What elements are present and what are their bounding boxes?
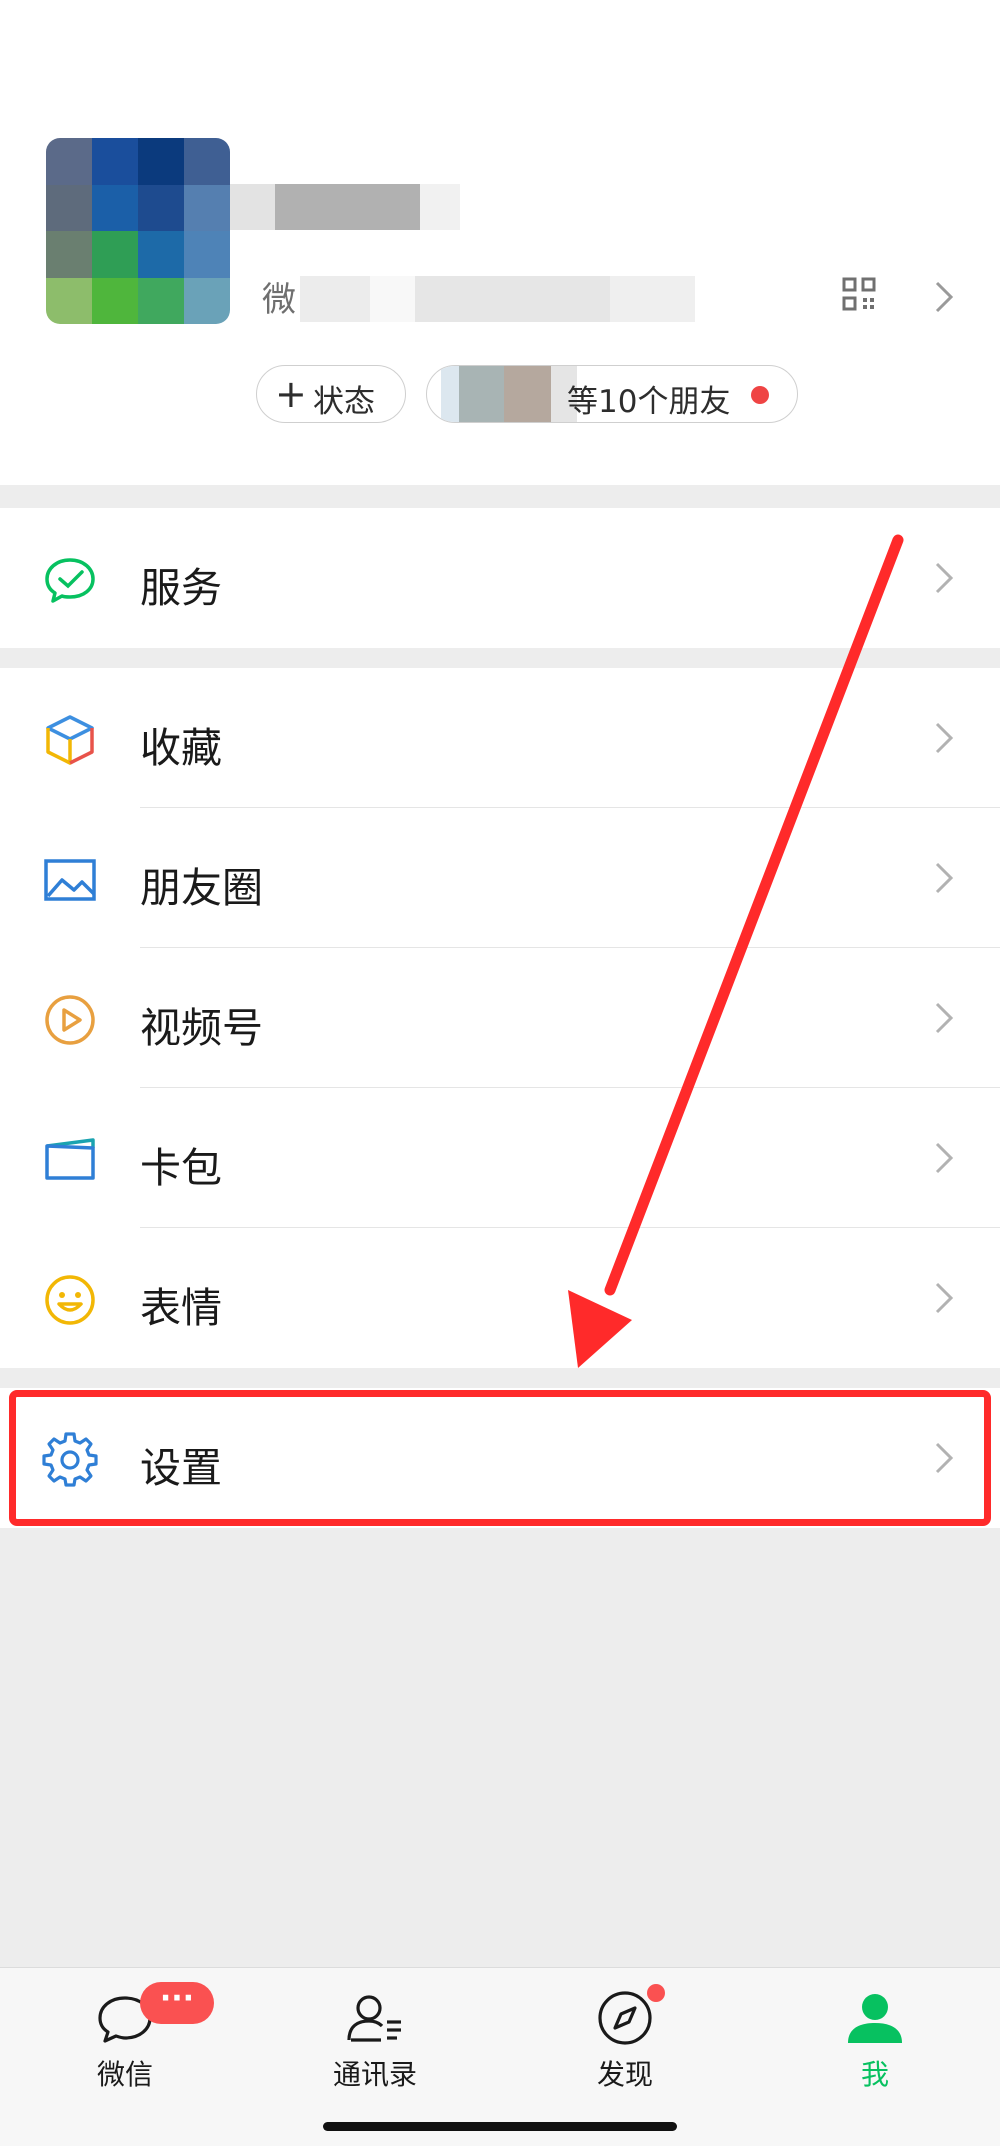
chevron-right-icon xyxy=(935,1282,954,1314)
tab-me[interactable]: 我 xyxy=(750,1968,1000,2118)
chevron-right-icon xyxy=(935,722,954,754)
plus-icon: + xyxy=(275,372,307,416)
unread-dot xyxy=(751,386,769,404)
avatar-pixel xyxy=(138,277,184,324)
chevron-right-icon xyxy=(935,1142,954,1174)
friends-status-button[interactable]: 等10个朋友 xyxy=(426,365,798,423)
avatar-pixel xyxy=(184,277,230,324)
tab-label: 我 xyxy=(860,2058,889,2091)
avatar-pixel xyxy=(92,138,138,185)
menu-item-services[interactable]: 服务 xyxy=(0,508,1000,648)
menu-item-stickers[interactable]: 表情 xyxy=(0,1228,1000,1368)
tab-chats[interactable]: ··· 微信 xyxy=(0,1968,250,2118)
compass-icon xyxy=(598,1991,652,2045)
chevron-right-icon xyxy=(935,562,954,594)
avatar-pixel xyxy=(92,184,138,231)
menu-item-label: 服务 xyxy=(140,564,222,612)
menu-item-label: 视频号 xyxy=(140,1004,263,1052)
avatar-pixel xyxy=(138,138,184,185)
qr-code-icon[interactable] xyxy=(842,277,876,311)
chevron-right-icon xyxy=(935,1002,954,1034)
profile-header[interactable]: 微 + 状态 等10个朋友 xyxy=(0,0,1000,485)
discover-unread-dot xyxy=(647,1984,665,2002)
avatar-pixel xyxy=(184,184,230,231)
avatar[interactable] xyxy=(46,138,230,324)
tab-label: 发现 xyxy=(596,2058,653,2091)
chevron-right-icon xyxy=(935,862,954,894)
services-section: 服务 xyxy=(0,508,1000,648)
avatar-pixel xyxy=(92,231,138,278)
avatar-pixel xyxy=(138,231,184,278)
person-icon xyxy=(848,1994,902,2043)
menu-item-label: 朋友圈 xyxy=(140,864,263,912)
tab-label: 微信 xyxy=(96,2058,153,2091)
avatar-pixel xyxy=(92,277,138,324)
home-indicator xyxy=(323,2122,677,2131)
card-wallet-icon xyxy=(45,1138,95,1180)
status-label: 状态 xyxy=(313,384,375,420)
features-section: 收藏 朋友圈 视频号 卡包 表情 xyxy=(0,668,1000,1368)
avatar-pixel xyxy=(184,138,230,185)
settings-highlight-box xyxy=(9,1390,991,1526)
bottom-tab-bar: ··· 微信 通讯录 发现 我 xyxy=(0,1967,1000,2146)
wechat-id-prefix: 微 xyxy=(262,280,296,320)
avatar-pixel xyxy=(46,231,92,278)
unread-badge: ··· xyxy=(140,1982,214,2024)
status-button[interactable]: + 状态 xyxy=(256,365,406,423)
menu-item-favorites[interactable]: 收藏 xyxy=(0,668,1000,808)
chevron-right-icon[interactable] xyxy=(934,280,954,314)
tab-label: 通讯录 xyxy=(332,2058,417,2091)
avatar-pixel xyxy=(46,277,92,324)
avatar-pixel xyxy=(138,184,184,231)
friends-status-label: 等10个朋友 xyxy=(567,384,731,420)
cube-favorites-icon xyxy=(46,715,94,765)
menu-item-channels[interactable]: 视频号 xyxy=(0,948,1000,1088)
tab-contacts[interactable]: 通讯录 xyxy=(250,1968,500,2118)
wechat-id-blurred xyxy=(300,276,695,322)
contacts-icon xyxy=(347,1995,401,2042)
menu-item-label: 收藏 xyxy=(140,724,222,772)
menu-item-moments[interactable]: 朋友圈 xyxy=(0,808,1000,948)
avatar-pixel xyxy=(46,184,92,231)
nickname-blurred xyxy=(230,184,460,230)
friend-avatars-blurred xyxy=(441,366,577,422)
menu-item-label: 卡包 xyxy=(140,1144,222,1192)
avatar-pixel xyxy=(46,138,92,185)
menu-item-wallet[interactable]: 卡包 xyxy=(0,1088,1000,1228)
menu-item-label: 表情 xyxy=(140,1284,222,1332)
wechat-pay-icon xyxy=(45,558,95,603)
play-channels-icon xyxy=(45,995,95,1045)
smile-sticker-icon xyxy=(45,1275,95,1325)
image-moments-icon xyxy=(44,859,96,901)
avatar-pixel xyxy=(184,231,230,278)
tab-discover[interactable]: 发现 xyxy=(500,1968,750,2118)
